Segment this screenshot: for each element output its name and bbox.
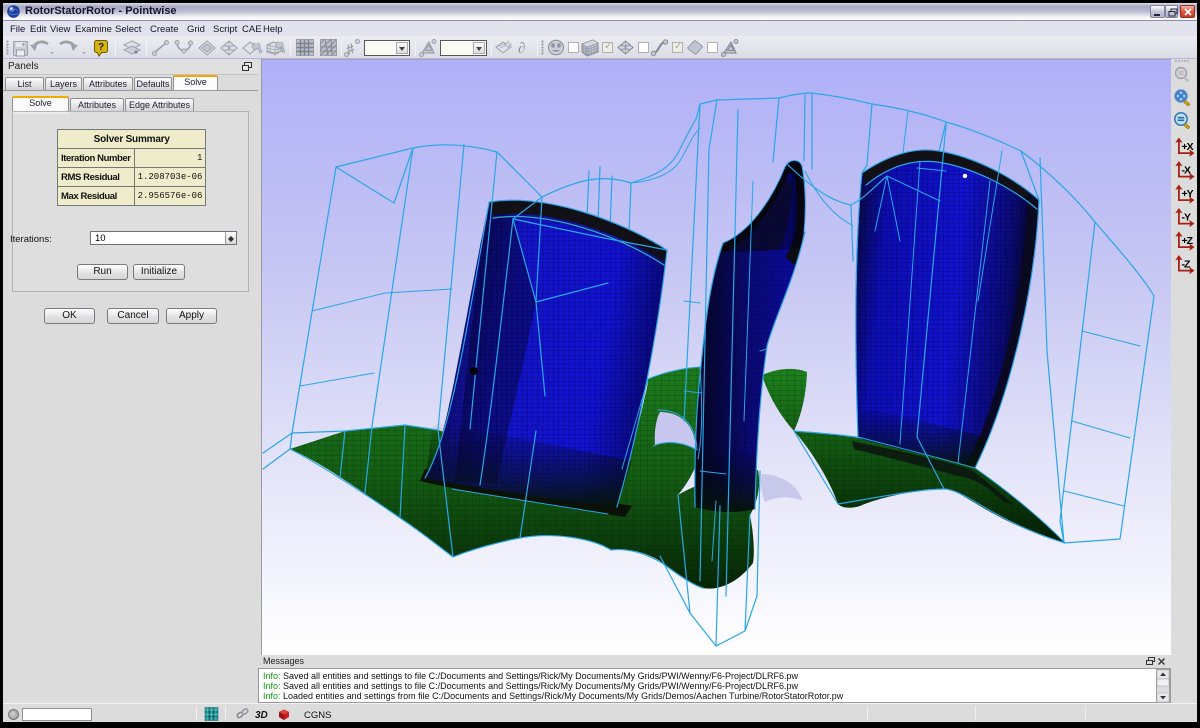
svg-text:-X: -X [1182, 165, 1191, 177]
svg-text:+Y: +Y [1182, 188, 1194, 200]
svg-text:∂: ∂ [518, 41, 525, 57]
svg-text:-Y: -Y [1182, 212, 1191, 224]
svg-text:+Z: +Z [1182, 235, 1194, 247]
svg-text:-Z: -Z [1182, 259, 1191, 271]
svg-text:+X: +X [1182, 141, 1194, 153]
svg-text:CGNS: CGNS [304, 710, 331, 721]
svg-text:?: ? [98, 42, 104, 53]
svg-text:3D: 3D [255, 710, 268, 721]
